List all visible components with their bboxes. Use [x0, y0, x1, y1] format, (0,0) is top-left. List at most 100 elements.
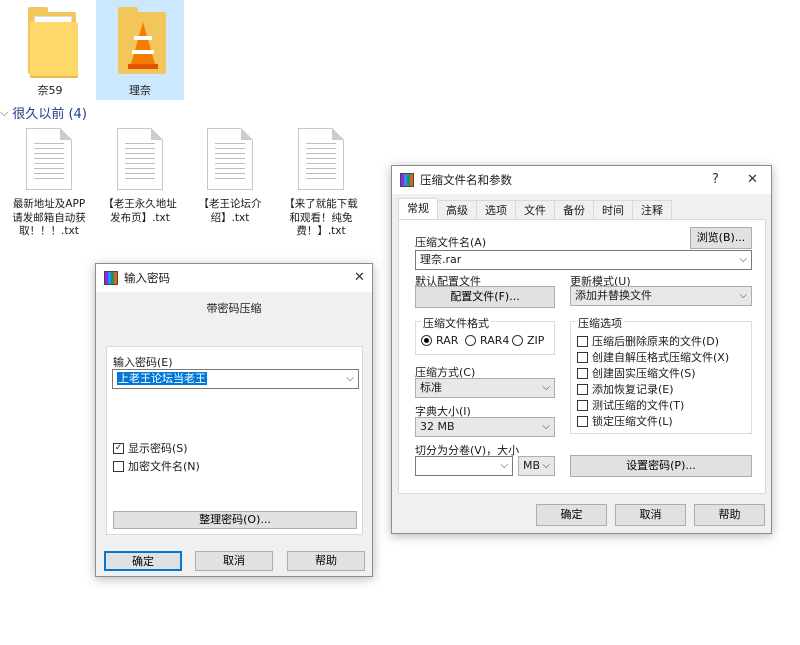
help-icon[interactable]: ?: [712, 172, 719, 187]
tab-options[interactable]: 选项: [476, 200, 516, 220]
radio-button[interactable]: [465, 335, 476, 346]
show-password-checkbox[interactable]: ✓ 显示密码(S): [113, 440, 188, 456]
checkbox[interactable]: [577, 335, 588, 347]
tab-general[interactable]: 常规: [398, 198, 438, 220]
folder-item-nai59[interactable]: 奈59: [6, 0, 94, 100]
radio-button[interactable]: [421, 335, 432, 346]
radio-button[interactable]: [512, 335, 523, 346]
method-value: 标准: [420, 381, 442, 394]
chevron-down-icon[interactable]: ⌵: [500, 457, 508, 475]
text-file-icon: [117, 128, 163, 190]
tab-backup[interactable]: 备份: [554, 200, 594, 220]
set-password-button[interactable]: 设置密码(P)...: [570, 455, 752, 477]
chevron-down-icon: ⌵: [542, 382, 550, 393]
text-file-icon: [298, 128, 344, 190]
password-value: 上老王论坛当老王: [117, 372, 207, 385]
file-label: 【来了就能下载和观看！纯免费！】.txt: [284, 198, 358, 237]
password-label: 输入密码(E): [113, 356, 173, 369]
split-size-input[interactable]: ⌵: [415, 456, 513, 476]
tab-files[interactable]: 文件: [515, 200, 555, 220]
format-label: ZIP: [527, 334, 545, 347]
dialog-title: 输入密码: [124, 271, 170, 285]
tab-time[interactable]: 时间: [593, 200, 633, 220]
ok-button[interactable]: 确定: [536, 504, 607, 526]
update-mode-select[interactable]: 添加并替换文件 ⌵: [570, 286, 752, 306]
folder-label: 理奈: [129, 84, 151, 97]
option-recovery[interactable]: 添加恢复记录(E): [577, 381, 674, 397]
file-item[interactable]: 最新地址及APP请发邮箱自动获取！！！.txt: [9, 128, 89, 239]
browse-button[interactable]: 浏览(B)...: [690, 227, 752, 249]
option-sfx[interactable]: 创建自解压格式压缩文件(X): [577, 349, 729, 365]
option-label: 添加恢复记录(E): [592, 383, 674, 396]
dialog-heading: 带密码压缩: [206, 302, 262, 315]
organize-passwords-button[interactable]: 整理密码(O)...: [113, 511, 357, 529]
format-label: RAR4: [480, 334, 510, 347]
chevron-down-icon: ⌵: [739, 290, 747, 301]
chevron-down-icon[interactable]: ⌵: [346, 370, 354, 388]
checkbox[interactable]: [577, 367, 588, 379]
chevron-down-icon: ⌵: [0, 105, 9, 119]
option-delete-after[interactable]: 压缩后删除原来的文件(D): [577, 333, 719, 349]
option-solid[interactable]: 创建固实压缩文件(S): [577, 365, 696, 381]
archive-name-input[interactable]: 理奈.rar ⌵: [415, 250, 752, 270]
split-unit-select[interactable]: MB ⌵: [518, 456, 555, 476]
option-label: 锁定压缩文件(L): [592, 415, 673, 428]
checkbox[interactable]: [577, 415, 588, 427]
method-select[interactable]: 标准 ⌵: [415, 378, 555, 398]
archive-name-label: 压缩文件名(A): [415, 236, 487, 249]
group-header[interactable]: ⌵ 很久以前 (4): [0, 103, 87, 123]
text-file-icon: [207, 128, 253, 190]
dict-select[interactable]: 32 MB ⌵: [415, 417, 555, 437]
chevron-down-icon[interactable]: ⌵: [739, 251, 747, 269]
tab-comment[interactable]: 注释: [632, 200, 672, 220]
archive-params-dialog: 压缩文件名和参数 ? ✕ 常规 高级 选项 文件 备份 时间 注释 压缩文件名(…: [391, 165, 772, 534]
checkbox[interactable]: [577, 351, 588, 363]
format-radio-rar4[interactable]: RAR4: [465, 334, 509, 347]
password-input[interactable]: 上老王论坛当老王 ⌵: [112, 369, 359, 389]
file-item[interactable]: 【老王论坛介绍】.txt: [190, 128, 270, 225]
ok-button[interactable]: 确定: [104, 551, 182, 571]
profile-button[interactable]: 配置文件(F)...: [415, 286, 555, 308]
vlc-folder-icon: [118, 7, 166, 78]
winrar-icon: [104, 271, 118, 285]
show-password-label: 显示密码(S): [128, 442, 188, 455]
cancel-button[interactable]: 取消: [615, 504, 686, 526]
help-button[interactable]: 帮助: [694, 504, 765, 526]
option-test[interactable]: 测试压缩的文件(T): [577, 397, 684, 413]
checkbox[interactable]: [577, 383, 588, 395]
checkbox[interactable]: [113, 460, 124, 472]
chevron-down-icon: ⌵: [542, 421, 550, 432]
file-label: 【老王论坛介绍】.txt: [198, 198, 262, 224]
options-group-label: 压缩选项: [576, 315, 624, 331]
checkbox[interactable]: [577, 399, 588, 411]
checkbox-checked[interactable]: ✓: [113, 442, 124, 454]
close-icon[interactable]: ✕: [354, 270, 365, 285]
split-unit-value: MB: [523, 459, 541, 472]
encrypt-names-label: 加密文件名(N): [128, 460, 200, 473]
option-lock[interactable]: 锁定压缩文件(L): [577, 413, 673, 429]
option-label: 创建自解压格式压缩文件(X): [592, 351, 730, 364]
help-button[interactable]: 帮助: [287, 551, 365, 571]
close-icon[interactable]: ✕: [747, 172, 758, 187]
format-group-label: 压缩文件格式: [421, 315, 491, 331]
file-label: 最新地址及APP请发邮箱自动获取！！！.txt: [12, 198, 86, 237]
option-label: 压缩后删除原来的文件(D): [592, 335, 720, 348]
cancel-button[interactable]: 取消: [195, 551, 273, 571]
file-item[interactable]: 【来了就能下载和观看！纯免费！】.txt: [281, 128, 361, 239]
tab-strip: 常规 高级 选项 文件 备份 时间 注释: [398, 198, 672, 220]
folder-icon: [28, 7, 78, 78]
archive-name-value: 理奈.rar: [420, 253, 462, 266]
tab-advanced[interactable]: 高级: [437, 200, 477, 220]
password-panel: 输入密码(E) 上老王论坛当老王 ⌵ ✓ 显示密码(S) 加密文件名(N) 整理密…: [106, 346, 363, 535]
winrar-icon: [400, 173, 414, 187]
encrypt-names-checkbox[interactable]: 加密文件名(N): [113, 458, 200, 474]
folder-item-rinai[interactable]: 理奈: [96, 0, 184, 100]
format-radio-rar[interactable]: RAR: [421, 334, 458, 347]
chevron-down-icon: ⌵: [542, 460, 550, 471]
file-label: 【老王永久地址发布页】.txt: [103, 198, 177, 224]
format-radio-zip[interactable]: ZIP: [512, 334, 544, 347]
update-mode-value: 添加并替换文件: [575, 289, 652, 302]
dialog-title: 压缩文件名和参数: [420, 173, 512, 187]
password-dialog: 输入密码 ✕ 带密码压缩 输入密码(E) 上老王论坛当老王 ⌵ ✓ 显示密码(S)…: [95, 263, 373, 577]
file-item[interactable]: 【老王永久地址发布页】.txt: [100, 128, 180, 225]
